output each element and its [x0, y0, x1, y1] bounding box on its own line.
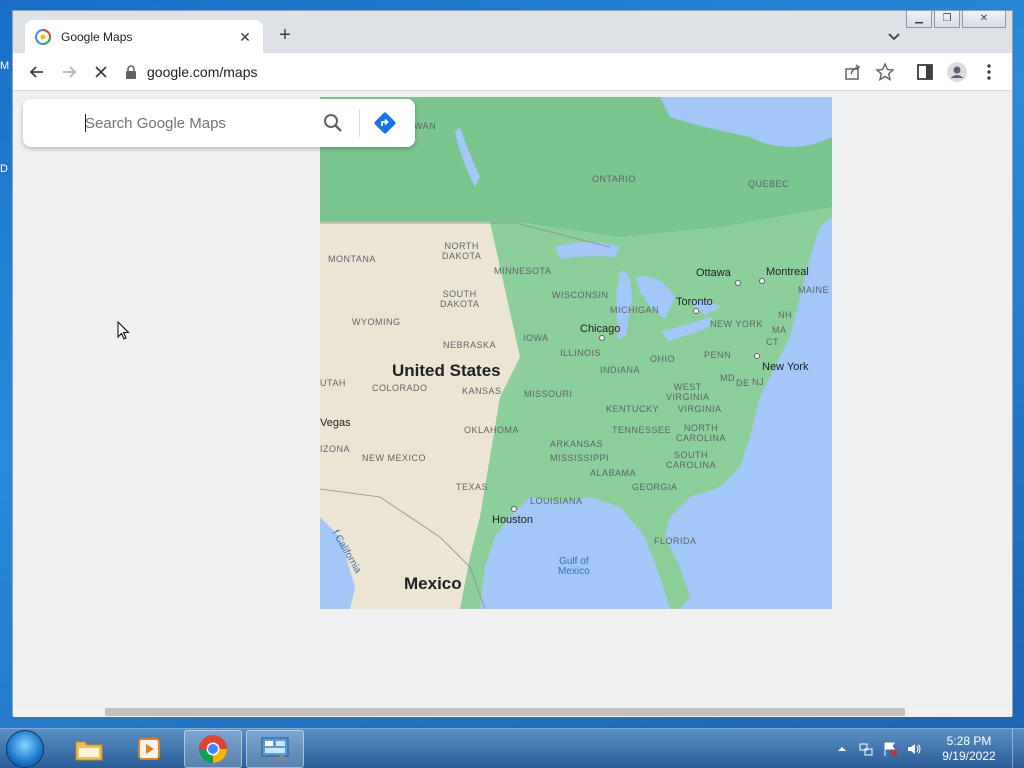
browser-toolbar: google.com/maps — [13, 53, 1012, 91]
lock-icon[interactable] — [125, 65, 137, 79]
taskbar-explorer[interactable] — [60, 730, 118, 768]
scrollbar-thumb[interactable] — [105, 708, 905, 716]
directions-icon[interactable] — [373, 111, 397, 135]
folder-icon — [75, 741, 103, 761]
profile-avatar-icon[interactable] — [947, 62, 967, 82]
media-player-icon — [138, 738, 160, 760]
back-arrow-icon[interactable] — [27, 62, 47, 82]
menu-kebab-icon[interactable] — [979, 62, 999, 82]
chrome-icon — [199, 735, 227, 763]
url-text: google.com/maps — [147, 64, 258, 80]
action-center-flag-icon[interactable] — [882, 741, 898, 757]
taskbar: 5:28 PM 9/19/2022 — [0, 728, 1024, 768]
new-tab-button[interactable]: + — [275, 25, 295, 45]
chevron-down-icon[interactable] — [885, 27, 903, 45]
maps-search-box — [23, 99, 415, 147]
desktop-icon-label-fragment: D — [0, 163, 8, 175]
forward-arrow-icon[interactable] — [59, 62, 79, 82]
taskbar-media-player[interactable] — [120, 730, 178, 768]
window-controls: ▁ ❐ ✕ — [906, 11, 1006, 28]
show-desktop-button[interactable] — [1012, 729, 1024, 768]
bookmark-star-icon[interactable] — [875, 62, 895, 82]
volume-icon[interactable] — [906, 741, 922, 757]
desktop-icon-label-fragment: M — [0, 60, 10, 72]
search-input[interactable] — [85, 114, 305, 132]
map-canvas[interactable]: WAN ONTARIO QUEBEC NORTH DAKOTA MONTANA … — [320, 97, 832, 609]
horizontal-scrollbar[interactable] — [13, 707, 1012, 717]
close-tab-icon[interactable]: ✕ — [237, 29, 253, 45]
taskbar-chrome[interactable] — [184, 730, 242, 768]
close-window-button[interactable]: ✕ — [962, 11, 1006, 28]
control-panel-icon — [261, 737, 289, 761]
side-panel-icon[interactable] — [915, 62, 935, 82]
system-tray: 5:28 PM 9/19/2022 — [830, 729, 1024, 768]
text-caret — [85, 114, 86, 132]
clock-date: 9/19/2022 — [942, 749, 996, 763]
city-markers — [511, 278, 765, 512]
taskbar-control-panel[interactable] — [246, 730, 304, 768]
clock-time: 5:28 PM — [946, 734, 992, 748]
mouse-pointer-icon — [117, 321, 130, 340]
start-button[interactable] — [6, 730, 44, 768]
restore-button[interactable]: ❐ — [934, 11, 960, 28]
system-clock[interactable]: 5:28 PM 9/19/2022 — [934, 734, 1004, 764]
network-icon[interactable] — [858, 741, 874, 757]
tab-google-maps[interactable]: Google Maps ✕ — [25, 20, 263, 53]
browser-window: Google Maps ✕ + ▁ ❐ ✕ google.com/maps WA… — [12, 10, 1013, 717]
stop-loading-icon[interactable] — [91, 62, 111, 82]
share-icon[interactable] — [843, 62, 863, 82]
address-bar[interactable]: google.com/maps — [125, 59, 873, 85]
show-hidden-icons-icon[interactable] — [834, 741, 850, 757]
tab-title: Google Maps — [61, 29, 133, 44]
tab-strip: Google Maps ✕ + ▁ ❐ ✕ — [13, 11, 1012, 53]
minimize-button[interactable]: ▁ — [906, 11, 932, 28]
search-divider — [359, 109, 360, 137]
search-icon[interactable] — [321, 111, 345, 135]
page-content: WAN ONTARIO QUEBEC NORTH DAKOTA MONTANA … — [13, 91, 1012, 717]
google-maps-favicon-icon — [35, 28, 51, 45]
